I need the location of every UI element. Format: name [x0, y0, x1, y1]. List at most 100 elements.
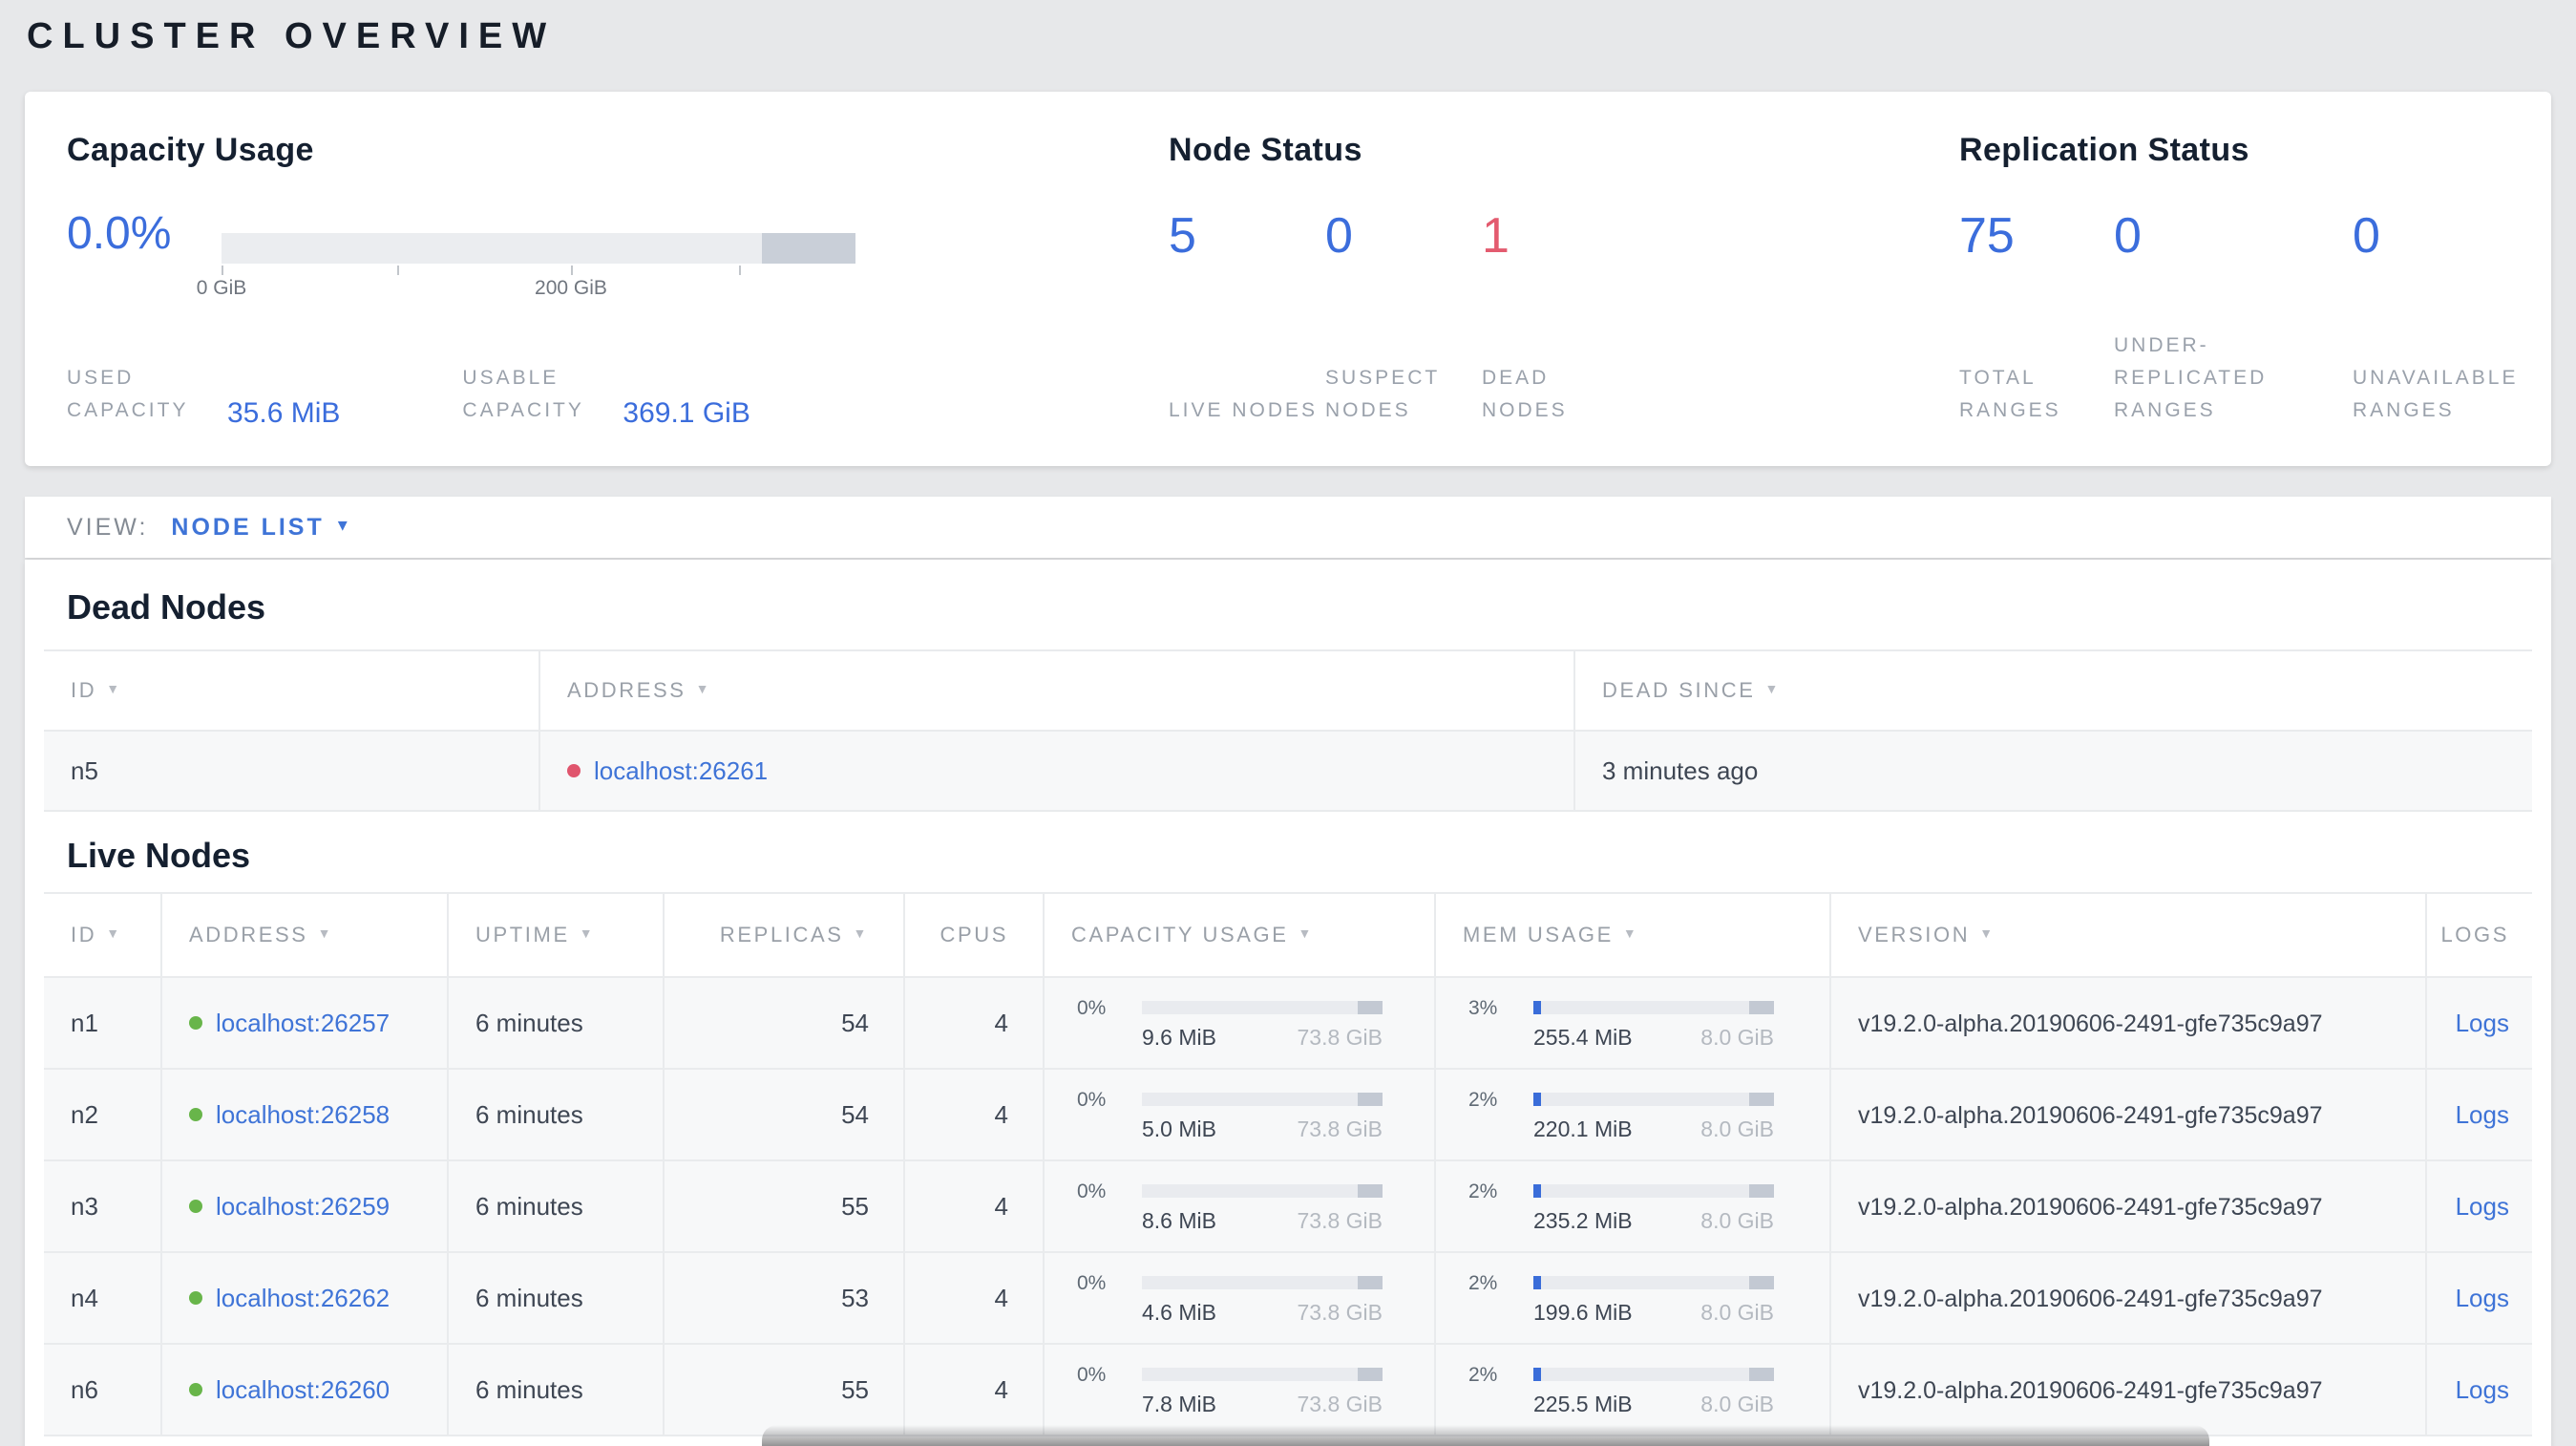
used-capacity-label: USED CAPACITY: [67, 367, 189, 422]
node-id: n5: [44, 732, 540, 810]
node-address-cell: localhost:26259: [162, 1161, 449, 1251]
live-nodes-count: 5: [1169, 206, 1196, 264]
node-uptime: 6 minutes: [449, 1161, 665, 1251]
column-header-replicas[interactable]: REPLICAS ▼: [665, 894, 905, 976]
node-address-link[interactable]: localhost:26257: [216, 1009, 390, 1037]
node-status-title: Node Status: [1169, 132, 1362, 168]
view-selector-dropdown[interactable]: NODE LIST ▾: [171, 514, 347, 541]
logs-link[interactable]: Logs: [2456, 1192, 2509, 1221]
axis-tick-label: 200 GiB: [535, 277, 607, 300]
capacity-total: 73.8 GiB: [1297, 1027, 1383, 1050]
capacity-used: 4.6 MiB: [1142, 1302, 1216, 1325]
unavailable-label: UNAVAILABLE RANGES: [2353, 367, 2519, 422]
sort-arrow-icon: ▼: [1298, 928, 1314, 942]
node-replicas: 54: [665, 1070, 905, 1159]
table-row: n3 localhost:26259 6 minutes 55 4 0% 8.6…: [44, 1161, 2532, 1253]
mem-used: 255.4 MiB: [1533, 1027, 1633, 1050]
dead-nodes-heading: Dead Nodes: [67, 588, 266, 627]
capacity-total: 73.8 GiB: [1297, 1393, 1383, 1416]
column-header-capacity-usage[interactable]: CAPACITY USAGE ▼: [1045, 894, 1436, 976]
mem-total: 8.0 GiB: [1700, 1027, 1774, 1050]
axis-tick: [397, 266, 399, 275]
capacity-bar-segment: [762, 233, 855, 264]
node-address-cell: localhost:26261: [540, 732, 1575, 810]
node-id: n6: [44, 1345, 162, 1435]
mem-usage-cell: 3% 255.4 MiB 8.0 GiB: [1436, 978, 1831, 1068]
table-row: n4 localhost:26262 6 minutes 53 4 0% 4.6…: [44, 1253, 2532, 1345]
mem-total: 8.0 GiB: [1700, 1210, 1774, 1233]
mem-mini-bar: [1533, 1001, 1774, 1014]
under-replicated-count: 0: [2114, 206, 2142, 264]
node-address-cell: localhost:26258: [162, 1070, 449, 1159]
table-row: n1 localhost:26257 6 minutes 54 4 0% 9.6…: [44, 978, 2532, 1070]
live-nodes-stat: 5 LIVE NODES: [1169, 206, 1325, 428]
column-header-id[interactable]: ID ▼: [44, 894, 162, 976]
node-version: v19.2.0-alpha.20190606-2491-gfe735c9a97: [1831, 1345, 2427, 1435]
logs-link[interactable]: Logs: [2456, 1009, 2509, 1037]
mem-used: 235.2 MiB: [1533, 1210, 1633, 1233]
column-header-id[interactable]: ID ▼: [44, 651, 540, 730]
view-label: VIEW:: [67, 514, 149, 541]
node-address-link[interactable]: localhost:26260: [216, 1375, 390, 1404]
logs-link[interactable]: Logs: [2456, 1100, 2509, 1129]
node-uptime: 6 minutes: [449, 1253, 665, 1343]
node-cpus: 4: [905, 1253, 1045, 1343]
capacity-used: 5.0 MiB: [1142, 1118, 1216, 1141]
column-header-mem-usage[interactable]: MEM USAGE ▼: [1436, 894, 1831, 976]
axis-tick: [222, 266, 223, 275]
node-uptime: 6 minutes: [449, 1070, 665, 1159]
column-header-address[interactable]: ADDRESS ▼: [540, 651, 1575, 730]
node-id: n3: [44, 1161, 162, 1251]
mem-total: 8.0 GiB: [1700, 1118, 1774, 1141]
live-status-icon: [189, 1200, 202, 1213]
usable-capacity-value: 369.1 GiB: [623, 397, 750, 430]
column-header-version[interactable]: VERSION ▼: [1831, 894, 2427, 976]
mem-mini-bar: [1533, 1276, 1774, 1289]
node-cpus: 4: [905, 1345, 1045, 1435]
column-header-uptime[interactable]: UPTIME ▼: [449, 894, 665, 976]
live-status-icon: [189, 1383, 202, 1396]
dead-nodes-stat: 1 DEAD NODES: [1482, 206, 1638, 428]
suspect-nodes-stat: 0 SUSPECT NODES: [1325, 206, 1482, 428]
node-address-link[interactable]: localhost:26261: [594, 756, 768, 785]
live-status-icon: [189, 1108, 202, 1121]
column-header-dead-since[interactable]: DEAD SINCE ▼: [1575, 651, 2532, 730]
sort-arrow-icon: ▼: [853, 928, 869, 942]
mem-usage-cell: 2% 199.6 MiB 8.0 GiB: [1436, 1253, 1831, 1343]
node-replicas: 53: [665, 1253, 905, 1343]
node-replicas: 54: [665, 978, 905, 1068]
capacity-used: 9.6 MiB: [1142, 1027, 1216, 1050]
replication-status-title: Replication Status: [1959, 132, 2249, 168]
column-header-cpus[interactable]: CPUS: [905, 894, 1045, 976]
capacity-percent: 0%: [1077, 1180, 1107, 1202]
capacity-percent: 0%: [1077, 1088, 1107, 1111]
nodes-panel: Dead Nodes ID ▼ ADDRESS ▼ DEAD SINCE ▼ n5 l…: [25, 560, 2551, 1446]
logs-cell: Logs: [2427, 1161, 2532, 1251]
node-address-link[interactable]: localhost:26259: [216, 1192, 390, 1221]
column-header-address[interactable]: ADDRESS ▼: [162, 894, 449, 976]
node-version: v19.2.0-alpha.20190606-2491-gfe735c9a97: [1831, 1253, 2427, 1343]
node-uptime: 6 minutes: [449, 1345, 665, 1435]
capacity-mini-bar: [1142, 1276, 1383, 1289]
mem-usage-cell: 2% 220.1 MiB 8.0 GiB: [1436, 1070, 1831, 1159]
capacity-used: 8.6 MiB: [1142, 1210, 1216, 1233]
logs-link[interactable]: Logs: [2456, 1284, 2509, 1312]
capacity-usage-cell: 0% 9.6 MiB 73.8 GiB: [1045, 978, 1436, 1068]
cluster-overview-page: CLUSTER OVERVIEW Capacity Usage 0.0% 0 G…: [0, 0, 2576, 1446]
mem-percent: 2%: [1468, 1180, 1498, 1202]
logs-link[interactable]: Logs: [2456, 1375, 2509, 1404]
node-address-cell: localhost:26260: [162, 1345, 449, 1435]
view-selected-value: NODE LIST: [171, 514, 325, 541]
node-version: v19.2.0-alpha.20190606-2491-gfe735c9a97: [1831, 978, 2427, 1068]
under-replicated-ranges-stat: 0 UNDER-REPLICATED RANGES: [2114, 206, 2353, 428]
unavailable-ranges-stat: 0 UNAVAILABLE RANGES: [2353, 206, 2544, 428]
node-replicas: 55: [665, 1345, 905, 1435]
sort-arrow-icon: ▼: [695, 684, 712, 697]
capacity-usage-cell: 0% 8.6 MiB 73.8 GiB: [1045, 1161, 1436, 1251]
mem-used: 220.1 MiB: [1533, 1118, 1633, 1141]
node-address-link[interactable]: localhost:26258: [216, 1100, 390, 1129]
suspect-nodes-count: 0: [1325, 206, 1353, 264]
mem-used: 225.5 MiB: [1533, 1393, 1633, 1416]
node-uptime: 6 minutes: [449, 978, 665, 1068]
node-address-link[interactable]: localhost:26262: [216, 1284, 390, 1312]
